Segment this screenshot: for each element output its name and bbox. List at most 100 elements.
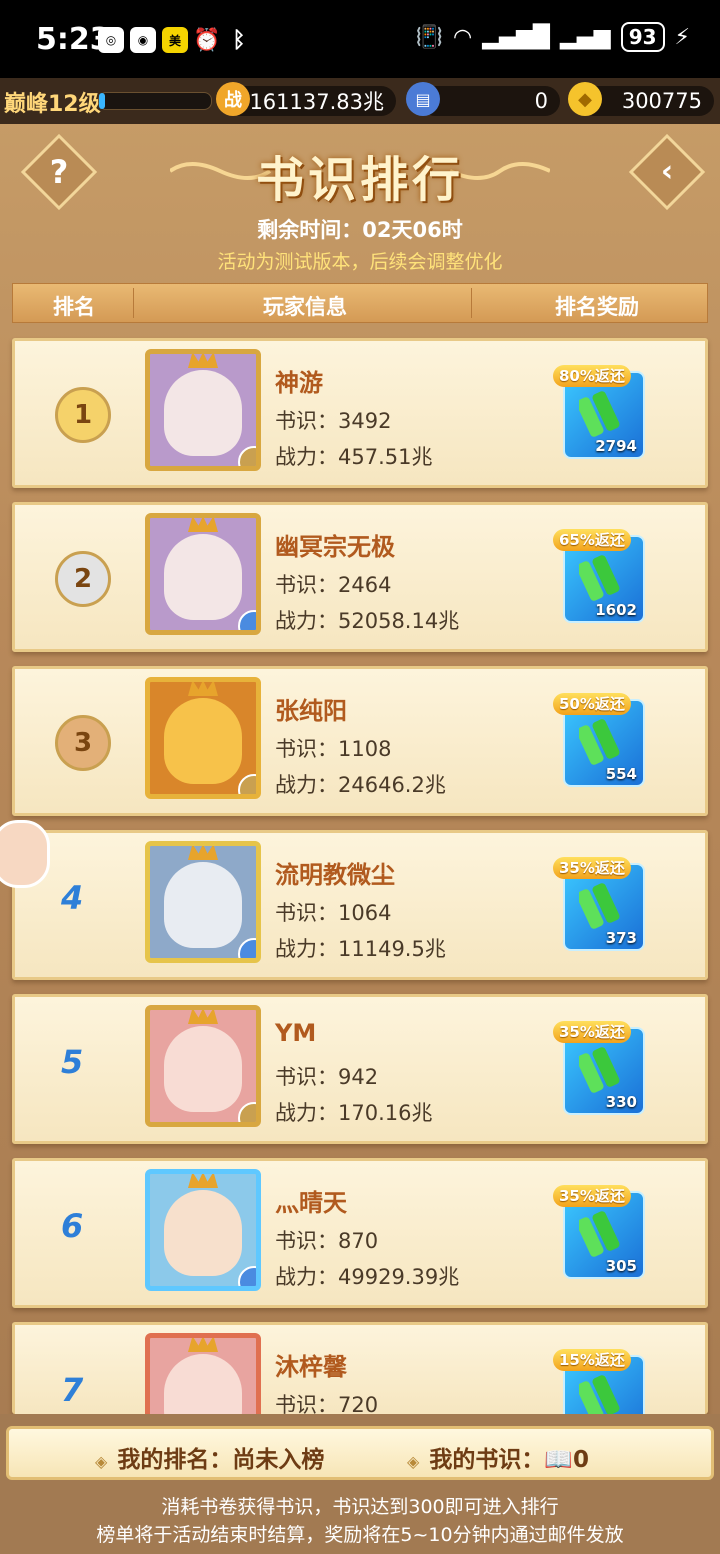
player-power: 战力：11149.5兆: [275, 937, 446, 961]
status-right: 📳 ◠ ▂▄▆█ ▂▄▆ 93 ⚡: [416, 22, 690, 52]
reward-return-tag: 15%返还: [553, 1349, 631, 1371]
rank-badge-icon: [238, 1266, 256, 1286]
player-power: 战力：24646.2兆: [275, 773, 446, 797]
table-header: 排名 玩家信息 排名奖励: [12, 283, 708, 323]
reward-count: 554: [605, 765, 637, 783]
ranking-row[interactable]: 4 流明教微尘 书识：1064 战力：11149.5兆 373 35%返还: [12, 830, 708, 980]
rank-number: 7: [61, 1371, 84, 1409]
power-value: 161137.83兆: [249, 90, 384, 114]
bamboo-scroll-icon: [579, 719, 620, 765]
player-name: 幽冥宗无极: [275, 533, 395, 561]
player-power: 战力：457.51兆: [275, 445, 433, 469]
book-icon: ▤: [406, 82, 440, 116]
alarm-icon: ⏰: [193, 27, 221, 53]
player-shushi: 书识：942: [275, 1065, 379, 1089]
remaining-time: 剩余时间：02天06时: [257, 218, 463, 242]
wifi-icon: ◠: [453, 24, 473, 50]
reward-count: 1602: [595, 601, 637, 619]
battery-indicator: 93: [620, 22, 665, 52]
rank-badge-icon: [238, 774, 256, 794]
reward-return-tag: 80%返还: [553, 365, 631, 387]
floating-assistant-avatar[interactable]: [0, 820, 50, 888]
player-shushi: 书识：1108: [275, 737, 392, 761]
my-shushi: ◈ 我的书识：📖0: [407, 1447, 589, 1473]
player-shushi: 书识：2464: [275, 573, 392, 597]
crown-icon: [188, 518, 218, 532]
player-name: 神游: [275, 369, 323, 397]
reward-count: 373: [605, 929, 637, 947]
power-icon: 战: [216, 82, 250, 116]
rank-number: 6: [61, 1207, 84, 1245]
rank-medal-icon: 3: [55, 715, 111, 771]
player-name: 张纯阳: [275, 697, 347, 725]
my-rank: ◈ 我的排名：尚未入榜: [95, 1447, 325, 1473]
player-power: 战力：49929.39兆: [275, 1265, 460, 1289]
header-rank: 排名: [53, 295, 95, 319]
crown-icon: [188, 1174, 218, 1188]
ranking-row[interactable]: 5 YM 书识：942 战力：170.16兆 330 35%返还: [12, 994, 708, 1144]
diamond-bullet-icon: ◈: [407, 1452, 420, 1471]
rank-badge-icon: [238, 610, 256, 630]
crown-icon: [188, 1010, 218, 1024]
reward-return-tag: 35%返还: [553, 1185, 631, 1207]
page-title: 书识排行: [255, 152, 464, 208]
bamboo-scroll-icon: [579, 1211, 620, 1257]
player-avatar[interactable]: [145, 349, 261, 471]
gold-ingot-icon: ◆: [568, 82, 602, 116]
book-value: 0: [534, 89, 548, 113]
signal-icon: ▂▄▆█: [482, 24, 550, 50]
player-avatar[interactable]: [145, 513, 261, 635]
player-name: 沐梓馨: [275, 1353, 347, 1381]
crown-icon: [188, 682, 218, 696]
footer-rule-2: 榜单将于活动结束时结算，奖励将在5~10分钟内通过邮件发放: [96, 1524, 624, 1546]
reward-return-tag: 35%返还: [553, 1021, 631, 1043]
power-pill: 161137.83兆: [226, 86, 396, 116]
app-notification-icon: ◎: [98, 27, 124, 53]
signal-icon-2: ▂▄▆: [559, 24, 611, 50]
crown-icon: [188, 354, 218, 368]
diamond-bullet-icon: ◈: [95, 1452, 108, 1471]
player-avatar[interactable]: [145, 1005, 261, 1127]
ranking-row[interactable]: 3 张纯阳 书识：1108 战力：24646.2兆 554 50%返还: [12, 666, 708, 816]
player-shushi: 书识：3492: [275, 409, 392, 433]
reward-return-tag: 65%返还: [553, 529, 631, 551]
bamboo-scroll-icon: [579, 391, 620, 437]
header-rank-reward: 排名奖励: [555, 295, 639, 319]
rank-medal-icon: 2: [55, 551, 111, 607]
crown-icon: [188, 1338, 218, 1352]
bottom-panel: ◈ 我的排名：尚未入榜 ◈ 我的书识：📖0 消耗书卷获得书识，书识达到300即可进入…: [0, 1414, 720, 1554]
player-name: 灬晴天: [275, 1189, 347, 1217]
rank-badge-icon: [238, 1102, 256, 1122]
player-name: 流明教微尘: [275, 861, 395, 889]
ranking-row[interactable]: 7 沐梓馨 书识：720 15%返还: [12, 1322, 708, 1455]
player-avatar[interactable]: [145, 677, 261, 799]
notification-icons: ◎ ◉ 美 ⏰ ᛒ: [98, 27, 252, 53]
rank-badge-icon: [238, 446, 256, 466]
bamboo-scroll-icon: [579, 555, 620, 601]
ranking-row[interactable]: 1 神游 书识：3492 战力：457.51兆 2794 80%返还: [12, 338, 708, 488]
test-version-notice: 活动为测试版本，后续会调整优化: [217, 251, 503, 273]
ranking-row[interactable]: 2 幽冥宗无极 书识：2464 战力：52058.14兆 1602 65%返还: [12, 502, 708, 652]
book-icon: 📖: [544, 1447, 573, 1473]
reward-count: 305: [605, 1257, 637, 1275]
ranking-row[interactable]: 6 灬晴天 书识：870 战力：49929.39兆 305 35%返还: [12, 1158, 708, 1308]
player-avatar[interactable]: [145, 1169, 261, 1291]
my-rank-bar: ◈ 我的排名：尚未入榜 ◈ 我的书识：📖0: [6, 1426, 714, 1480]
player-avatar[interactable]: [145, 841, 261, 963]
reward-count: 2794: [595, 437, 637, 455]
header-player-info: 玩家信息: [263, 295, 347, 319]
bamboo-scroll-icon: [579, 1047, 620, 1093]
reward-return-tag: 50%返还: [553, 693, 631, 715]
charging-icon: ⚡: [674, 24, 690, 50]
meituan-icon: 美: [162, 27, 188, 53]
resource-bar: 巅峰12级 161137.83兆 战 0 ▤ 300775 ◆: [0, 78, 720, 124]
bamboo-scroll-icon: [579, 883, 620, 929]
player-shushi: 书识：870: [275, 1229, 379, 1253]
bluetooth-icon: ᛒ: [232, 27, 246, 53]
player-shushi: 书识：1064: [275, 901, 392, 925]
rank-number: 4: [61, 879, 84, 917]
rank-number: 5: [61, 1043, 84, 1081]
player-name: YM: [275, 1019, 317, 1047]
footer-rule-1: 消耗书卷获得书识，书识达到300即可进入排行: [161, 1496, 559, 1518]
player-level: 巅峰12级: [4, 92, 101, 117]
